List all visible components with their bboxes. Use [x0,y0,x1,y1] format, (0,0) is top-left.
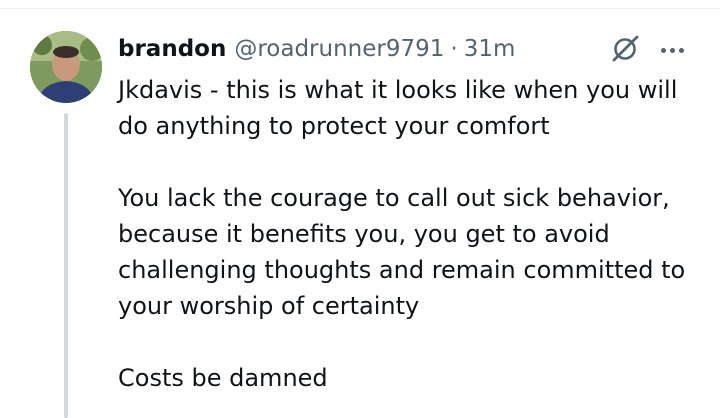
tweet-paragraph: Jkdavis - this is what it looks like whe… [118,72,708,144]
tweet-line: challenging thoughts and remain committe… [118,256,686,284]
tweet-line: You lack the courage to call out sick be… [118,184,670,212]
tweet-line: do anything to protect your comfort [118,112,550,140]
tweet-paragraph: You lack the courage to call out sick be… [118,180,708,324]
author-display-name[interactable]: brandon [118,36,226,62]
more-dot [678,47,684,53]
tweet-text: Jkdavis - this is what it looks like whe… [118,72,708,396]
thread-connector-line [64,113,68,418]
tweet-line: Jkdavis - this is what it looks like whe… [118,76,678,104]
avatar-photo [30,31,102,103]
tweet-paragraph: Costs be damned [118,360,708,396]
tweet-timestamp[interactable]: 31m [464,36,516,62]
more-dot [669,47,675,53]
more-dot [660,47,666,53]
top-divider [0,8,720,9]
author-handle[interactable]: @roadrunner9791 [234,36,444,62]
avatar[interactable] [30,31,102,103]
grok-icon[interactable] [609,33,641,65]
tweet-line: Costs be damned [118,364,328,392]
tweet-header: brandon @roadrunner9791 · 31m [118,32,515,66]
tweet-line: because it benefits you, you get to avoi… [118,220,610,248]
tweet-line: your worship of certainty [118,292,420,320]
more-options-icon[interactable] [656,36,688,64]
header-separator: · [450,36,458,62]
